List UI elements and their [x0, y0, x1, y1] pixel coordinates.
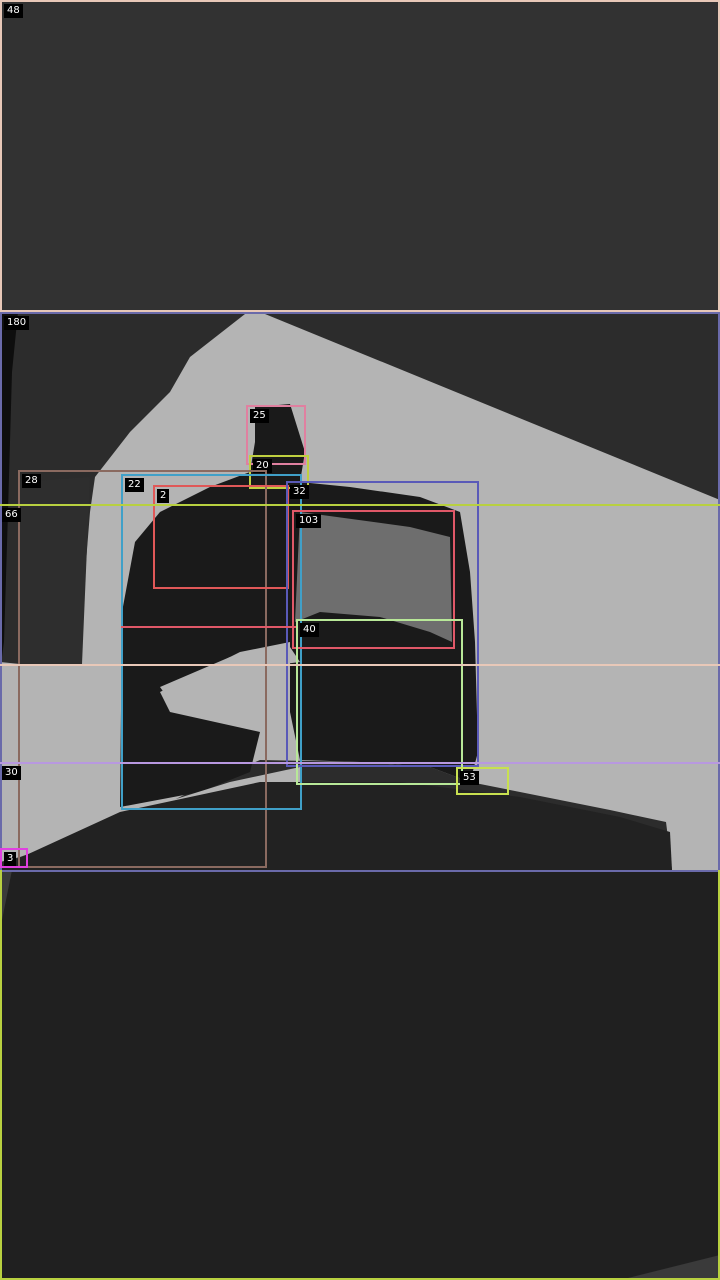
region-box-53[interactable]: 53 [456, 767, 509, 795]
region-box-48[interactable]: 48 [0, 0, 720, 312]
region-box-bottom[interactable] [0, 870, 720, 1280]
region-label-180: 180 [4, 316, 30, 330]
region-box-40[interactable]: 40 [296, 619, 463, 785]
horizontal-divider-line [0, 664, 720, 666]
region-label-40: 40 [300, 623, 319, 637]
region-box-30[interactable]: 30 [0, 762, 720, 780]
region-label-32: 32 [290, 485, 309, 499]
region-label-2: 2 [157, 489, 170, 503]
segmentation-canvas: 48 180 25 20 28 22 2 32 103 66 40 53 30 … [0, 0, 720, 1280]
region-22-lower-edge [121, 626, 296, 628]
region-label-66: 66 [2, 508, 21, 522]
region-label-25: 25 [250, 409, 269, 423]
region-label-30: 30 [2, 766, 21, 780]
region-label-53: 53 [460, 771, 479, 785]
region-label-48: 48 [4, 4, 23, 18]
region-box-3[interactable]: 3 [0, 848, 28, 868]
region-label-28: 28 [22, 474, 41, 488]
region-label-22: 22 [125, 478, 144, 492]
region-label-3: 3 [4, 852, 17, 866]
